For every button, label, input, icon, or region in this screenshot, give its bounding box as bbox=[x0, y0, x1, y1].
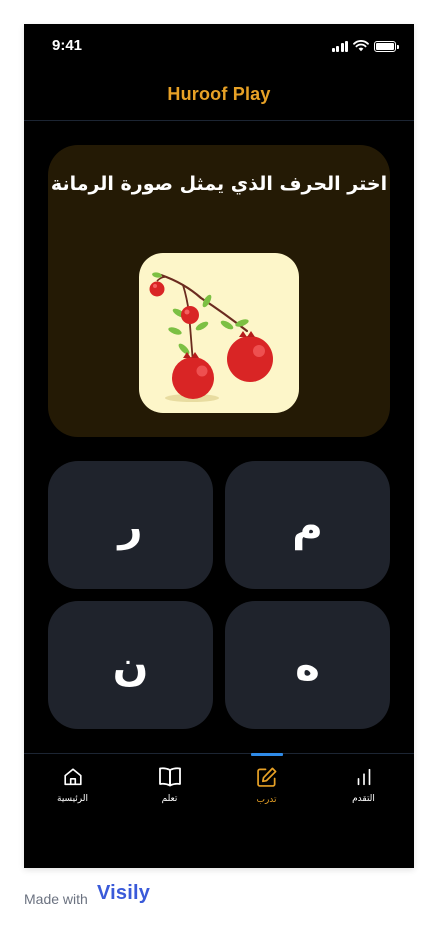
edit-icon bbox=[257, 767, 277, 787]
app-title: Huroof Play bbox=[167, 83, 271, 104]
app-header: Huroof Play bbox=[24, 68, 414, 121]
home-icon bbox=[63, 768, 82, 786]
pomegranate-illustration bbox=[149, 272, 273, 402]
status-bar: 9:41 bbox=[24, 24, 414, 68]
question-card: اختر الحرف الذي يمثل صورة الرمانة bbox=[48, 145, 390, 437]
answer-letter: ن bbox=[112, 640, 149, 690]
answer-letter: ه bbox=[295, 640, 320, 690]
nav-item-home[interactable]: الرئيسية bbox=[24, 754, 121, 824]
answer-option-2[interactable]: ر bbox=[48, 461, 213, 589]
wifi-icon bbox=[353, 40, 369, 52]
answer-option-1[interactable]: م bbox=[225, 461, 390, 589]
battery-icon bbox=[374, 40, 399, 52]
bottom-navigation: الرئيسية تعلم تدرب التقدم bbox=[24, 753, 414, 868]
phone-screen: 9:41 Huroof Play اختر الحرف الذي يمثل صو… bbox=[24, 24, 414, 868]
nav-label-practice: تدرب bbox=[256, 795, 277, 805]
nav-label-home: الرئيسية bbox=[57, 794, 88, 804]
bar-chart-icon bbox=[357, 768, 370, 786]
nav-item-practice[interactable]: تدرب bbox=[218, 754, 315, 824]
brand-name: Visily bbox=[97, 882, 151, 904]
nav-item-progress[interactable]: التقدم bbox=[315, 754, 412, 824]
book-icon bbox=[158, 767, 181, 787]
pomegranate-image bbox=[139, 253, 299, 413]
nav-label-progress: التقدم bbox=[352, 794, 375, 804]
status-icons bbox=[331, 40, 399, 52]
answer-option-3[interactable]: ه bbox=[225, 601, 390, 729]
answer-letter: ر bbox=[118, 500, 143, 550]
question-prompt: اختر الحرف الذي يمثل صورة الرمانة bbox=[50, 173, 388, 195]
visily-logo[interactable]: Visily bbox=[97, 882, 150, 905]
made-with-text: Made with bbox=[24, 891, 88, 907]
status-time: 9:41 bbox=[52, 37, 83, 54]
nav-item-learn[interactable]: تعلم bbox=[121, 754, 218, 824]
nav-label-learn: تعلم bbox=[161, 794, 178, 804]
answer-option-4[interactable]: ن bbox=[48, 601, 213, 729]
cellular-signal-icon bbox=[331, 40, 348, 52]
answer-letter: م bbox=[292, 500, 323, 550]
